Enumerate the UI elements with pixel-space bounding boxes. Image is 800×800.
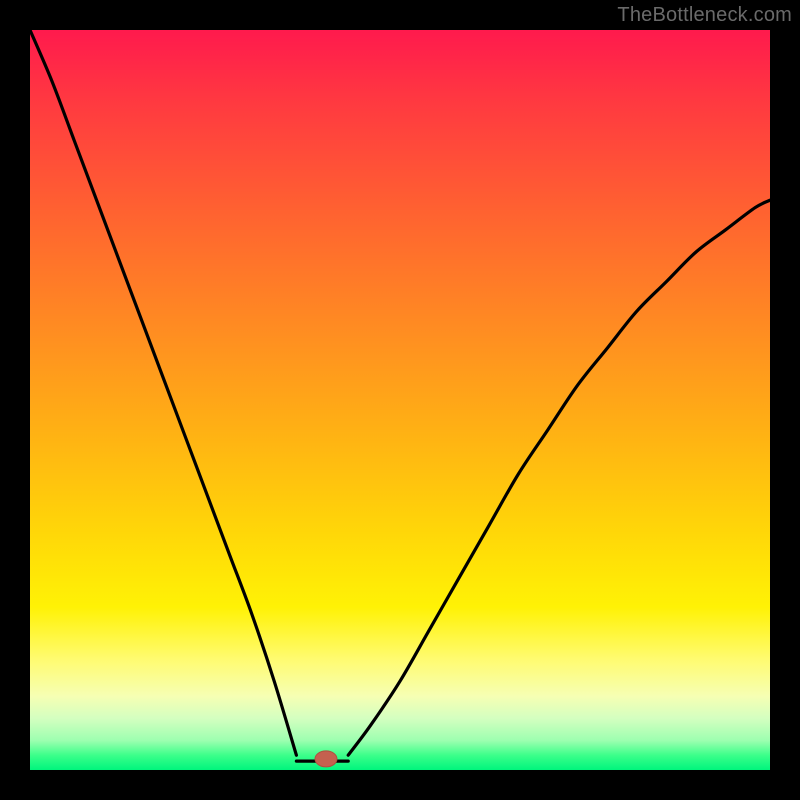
curve-right-branch (348, 200, 770, 755)
minimum-marker (315, 751, 337, 767)
curve-svg (30, 30, 770, 770)
chart-frame: TheBottleneck.com (0, 0, 800, 800)
plot-area (30, 30, 770, 770)
curve-left-branch (30, 30, 296, 755)
watermark-text: TheBottleneck.com (617, 4, 792, 27)
